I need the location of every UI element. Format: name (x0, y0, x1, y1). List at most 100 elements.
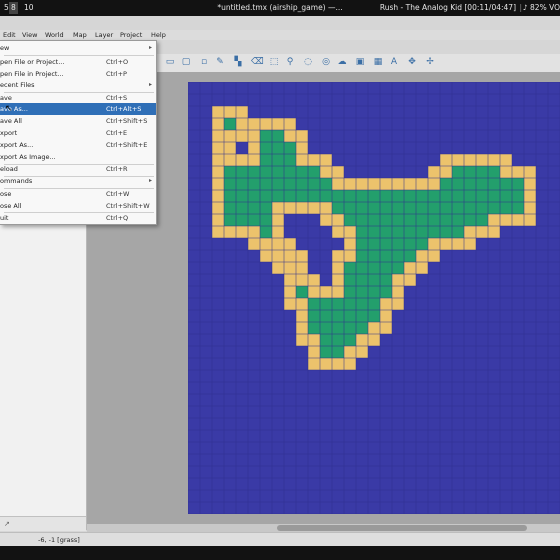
grass-tile (512, 190, 524, 202)
sand-tile (332, 262, 344, 274)
grass-tile (320, 322, 332, 334)
grass-tile (356, 202, 368, 214)
world-tool-icon[interactable]: ✥ (407, 57, 417, 67)
menu-view[interactable]: View (22, 30, 37, 40)
grass-tile (272, 178, 284, 190)
grass-tile (356, 310, 368, 322)
sand-tile (236, 130, 248, 142)
sand-tile (320, 166, 332, 178)
grass-tile (260, 142, 272, 154)
grass-tile (416, 226, 428, 238)
sand-tile (428, 166, 440, 178)
sand-tile (308, 286, 320, 298)
grass-tile (428, 226, 440, 238)
sand-tile (284, 118, 296, 130)
grass-tile (344, 202, 356, 214)
sand-tile (296, 322, 308, 334)
sand-tile (284, 262, 296, 274)
grass-tile (452, 166, 464, 178)
menu-world[interactable]: World (45, 30, 64, 40)
shape-fill-icon[interactable]: ▚ (233, 57, 243, 67)
select-objects-icon[interactable]: ◎ (321, 57, 331, 67)
sand-tile (272, 214, 284, 226)
menu-edit[interactable]: Edit (3, 30, 16, 40)
menu-item-commands[interactable]: ommands ▸ (0, 175, 156, 187)
menu-item-save-as[interactable]: ave As... Ctrl+Alt+S (0, 103, 156, 115)
grass-tile (332, 346, 344, 358)
grass-tile (380, 214, 392, 226)
map-canvas-area[interactable] (87, 72, 560, 530)
grass-tile (368, 274, 380, 286)
select-same-icon[interactable]: ◌ (303, 57, 313, 67)
sand-tile (248, 238, 260, 250)
menu-item-open-file[interactable]: pen File or Project... Ctrl+O (0, 56, 156, 68)
sand-tile (260, 238, 272, 250)
stamp-brush-icon[interactable]: ▭ (165, 57, 175, 67)
grass-tile (248, 166, 260, 178)
insert-point-icon[interactable]: ▦ (373, 57, 383, 67)
grass-tile (392, 214, 404, 226)
sand-tile (416, 250, 428, 262)
grass-tile (368, 238, 380, 250)
grass-tile (356, 250, 368, 262)
menu-item-export-as[interactable]: xport As... Ctrl+Shift+E (0, 139, 156, 151)
menu-item-recent-files[interactable]: ecent Files ▸ (0, 79, 156, 91)
panel-separator: | (519, 3, 522, 12)
menu-item-new[interactable]: ew ▸ (0, 42, 156, 54)
wang-brush-icon[interactable]: ▫ (199, 57, 209, 67)
grass-tile (332, 202, 344, 214)
sand-tile (380, 322, 392, 334)
insert-text-icon[interactable]: A (389, 57, 399, 67)
sand-tile (380, 298, 392, 310)
menu-item-close-all[interactable]: ose All Ctrl+Shift+W (0, 200, 156, 212)
menu-item-export-as-image[interactable]: xport As Image... (0, 151, 156, 163)
magic-wand-icon[interactable]: ⚲ (285, 57, 295, 67)
menu-map[interactable]: Map (73, 30, 87, 40)
scrollbar-thumb[interactable] (277, 525, 527, 531)
rect-select-icon[interactable]: ⬚ (269, 57, 279, 67)
menu-item-close[interactable]: ose Ctrl+W (0, 188, 156, 200)
random-mode-icon[interactable]: ✢ (425, 57, 435, 67)
grass-tile (344, 286, 356, 298)
sand-tile (428, 178, 440, 190)
menu-item-export[interactable]: xport Ctrl+E (0, 127, 156, 139)
grass-tile (308, 310, 320, 322)
mouse-cursor-icon: ↖ (5, 104, 13, 114)
grass-tile (500, 190, 512, 202)
menu-project[interactable]: Project (120, 30, 142, 40)
sand-tile (308, 358, 320, 370)
grass-tile (488, 190, 500, 202)
sand-tile (248, 154, 260, 166)
volume-icon: ♪ (522, 3, 528, 12)
sand-tile (440, 154, 452, 166)
grass-tile (392, 190, 404, 202)
grass-tile (404, 214, 416, 226)
grass-tile (224, 202, 236, 214)
sand-tile (248, 130, 260, 142)
menu-item-reload[interactable]: eload Ctrl+R (0, 163, 156, 175)
sand-tile (296, 334, 308, 346)
grass-tile (332, 310, 344, 322)
terrain-brush-icon[interactable]: ▢ (181, 57, 191, 67)
menu-item-save-all[interactable]: ave All Ctrl+Shift+S (0, 115, 156, 127)
menu-layer[interactable]: Layer (95, 30, 113, 40)
eraser-icon[interactable]: ⌫ (251, 57, 264, 67)
menu-help[interactable]: Help (151, 30, 166, 40)
grass-tile (272, 166, 284, 178)
bucket-fill-icon[interactable]: ✎ (215, 57, 225, 67)
grass-tile (512, 202, 524, 214)
grass-tile (416, 202, 428, 214)
dock-footer-glyph[interactable]: ↗ (4, 520, 10, 528)
sand-tile (320, 286, 332, 298)
tile-map[interactable] (188, 82, 560, 514)
edit-polygons-icon[interactable]: ☁ (337, 57, 347, 67)
grass-tile (452, 202, 464, 214)
grass-tile (332, 322, 344, 334)
grass-tile (440, 190, 452, 202)
grass-tile (368, 202, 380, 214)
volume-status: ♪ 82% VO (523, 0, 560, 16)
grass-tile (476, 178, 488, 190)
menu-item-quit[interactable]: uit Ctrl+Q (0, 212, 156, 224)
insert-rect-icon[interactable]: ▣ (355, 57, 365, 67)
horizontal-scrollbar[interactable] (87, 524, 560, 532)
